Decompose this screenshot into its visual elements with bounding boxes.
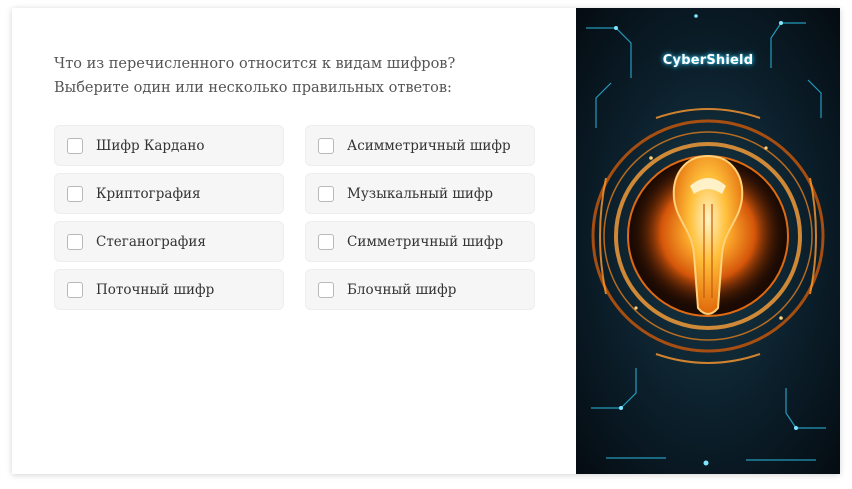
checkbox[interactable] [318, 233, 334, 250]
option-cryptography[interactable]: Криптография [54, 173, 284, 214]
option-label: Блочный шифр [347, 281, 457, 298]
option-label: Музыкальный шифр [347, 185, 494, 202]
option-label: Криптография [96, 185, 201, 202]
option-block-cipher[interactable]: Блочный шифр [305, 269, 535, 310]
option-label: Поточный шифр [96, 281, 215, 298]
checkbox[interactable] [318, 137, 334, 154]
option-label: Симметричный шифр [347, 233, 504, 250]
question-area: Что из перечисленного относится к видам … [12, 8, 576, 474]
question-line-2: Выберите один или несколько правильных о… [54, 80, 452, 96]
option-asymmetric-cipher[interactable]: Асимметричный шифр [305, 125, 535, 166]
checkbox[interactable] [67, 185, 83, 202]
checkbox[interactable] [67, 137, 83, 154]
checkbox[interactable] [67, 233, 83, 250]
brand-logo-text: CyberShield [662, 53, 754, 68]
option-steganography[interactable]: Стеганография [54, 221, 284, 262]
cybershield-illustration [576, 8, 840, 474]
checkbox[interactable] [318, 281, 334, 298]
question-line-1: Что из перечисленного относится к видам … [54, 56, 456, 72]
option-musical-cipher[interactable]: Музыкальный шифр [305, 173, 535, 214]
option-label: Стеганография [96, 233, 206, 250]
checkbox[interactable] [318, 185, 334, 202]
question-text: Что из перечисленного относится к видам … [54, 52, 554, 100]
illustration-panel: CyberShield [576, 8, 840, 474]
option-label: Асимметричный шифр [347, 137, 511, 154]
answer-options: Шифр Кардано Асимметричный шифр Криптогр… [54, 125, 535, 310]
option-stream-cipher[interactable]: Поточный шифр [54, 269, 284, 310]
option-shifr-kardano[interactable]: Шифр Кардано [54, 125, 284, 166]
quiz-card: Что из перечисленного относится к видам … [12, 8, 840, 474]
checkbox[interactable] [67, 281, 83, 298]
option-symmetric-cipher[interactable]: Симметричный шифр [305, 221, 535, 262]
option-label: Шифр Кардано [96, 137, 205, 154]
